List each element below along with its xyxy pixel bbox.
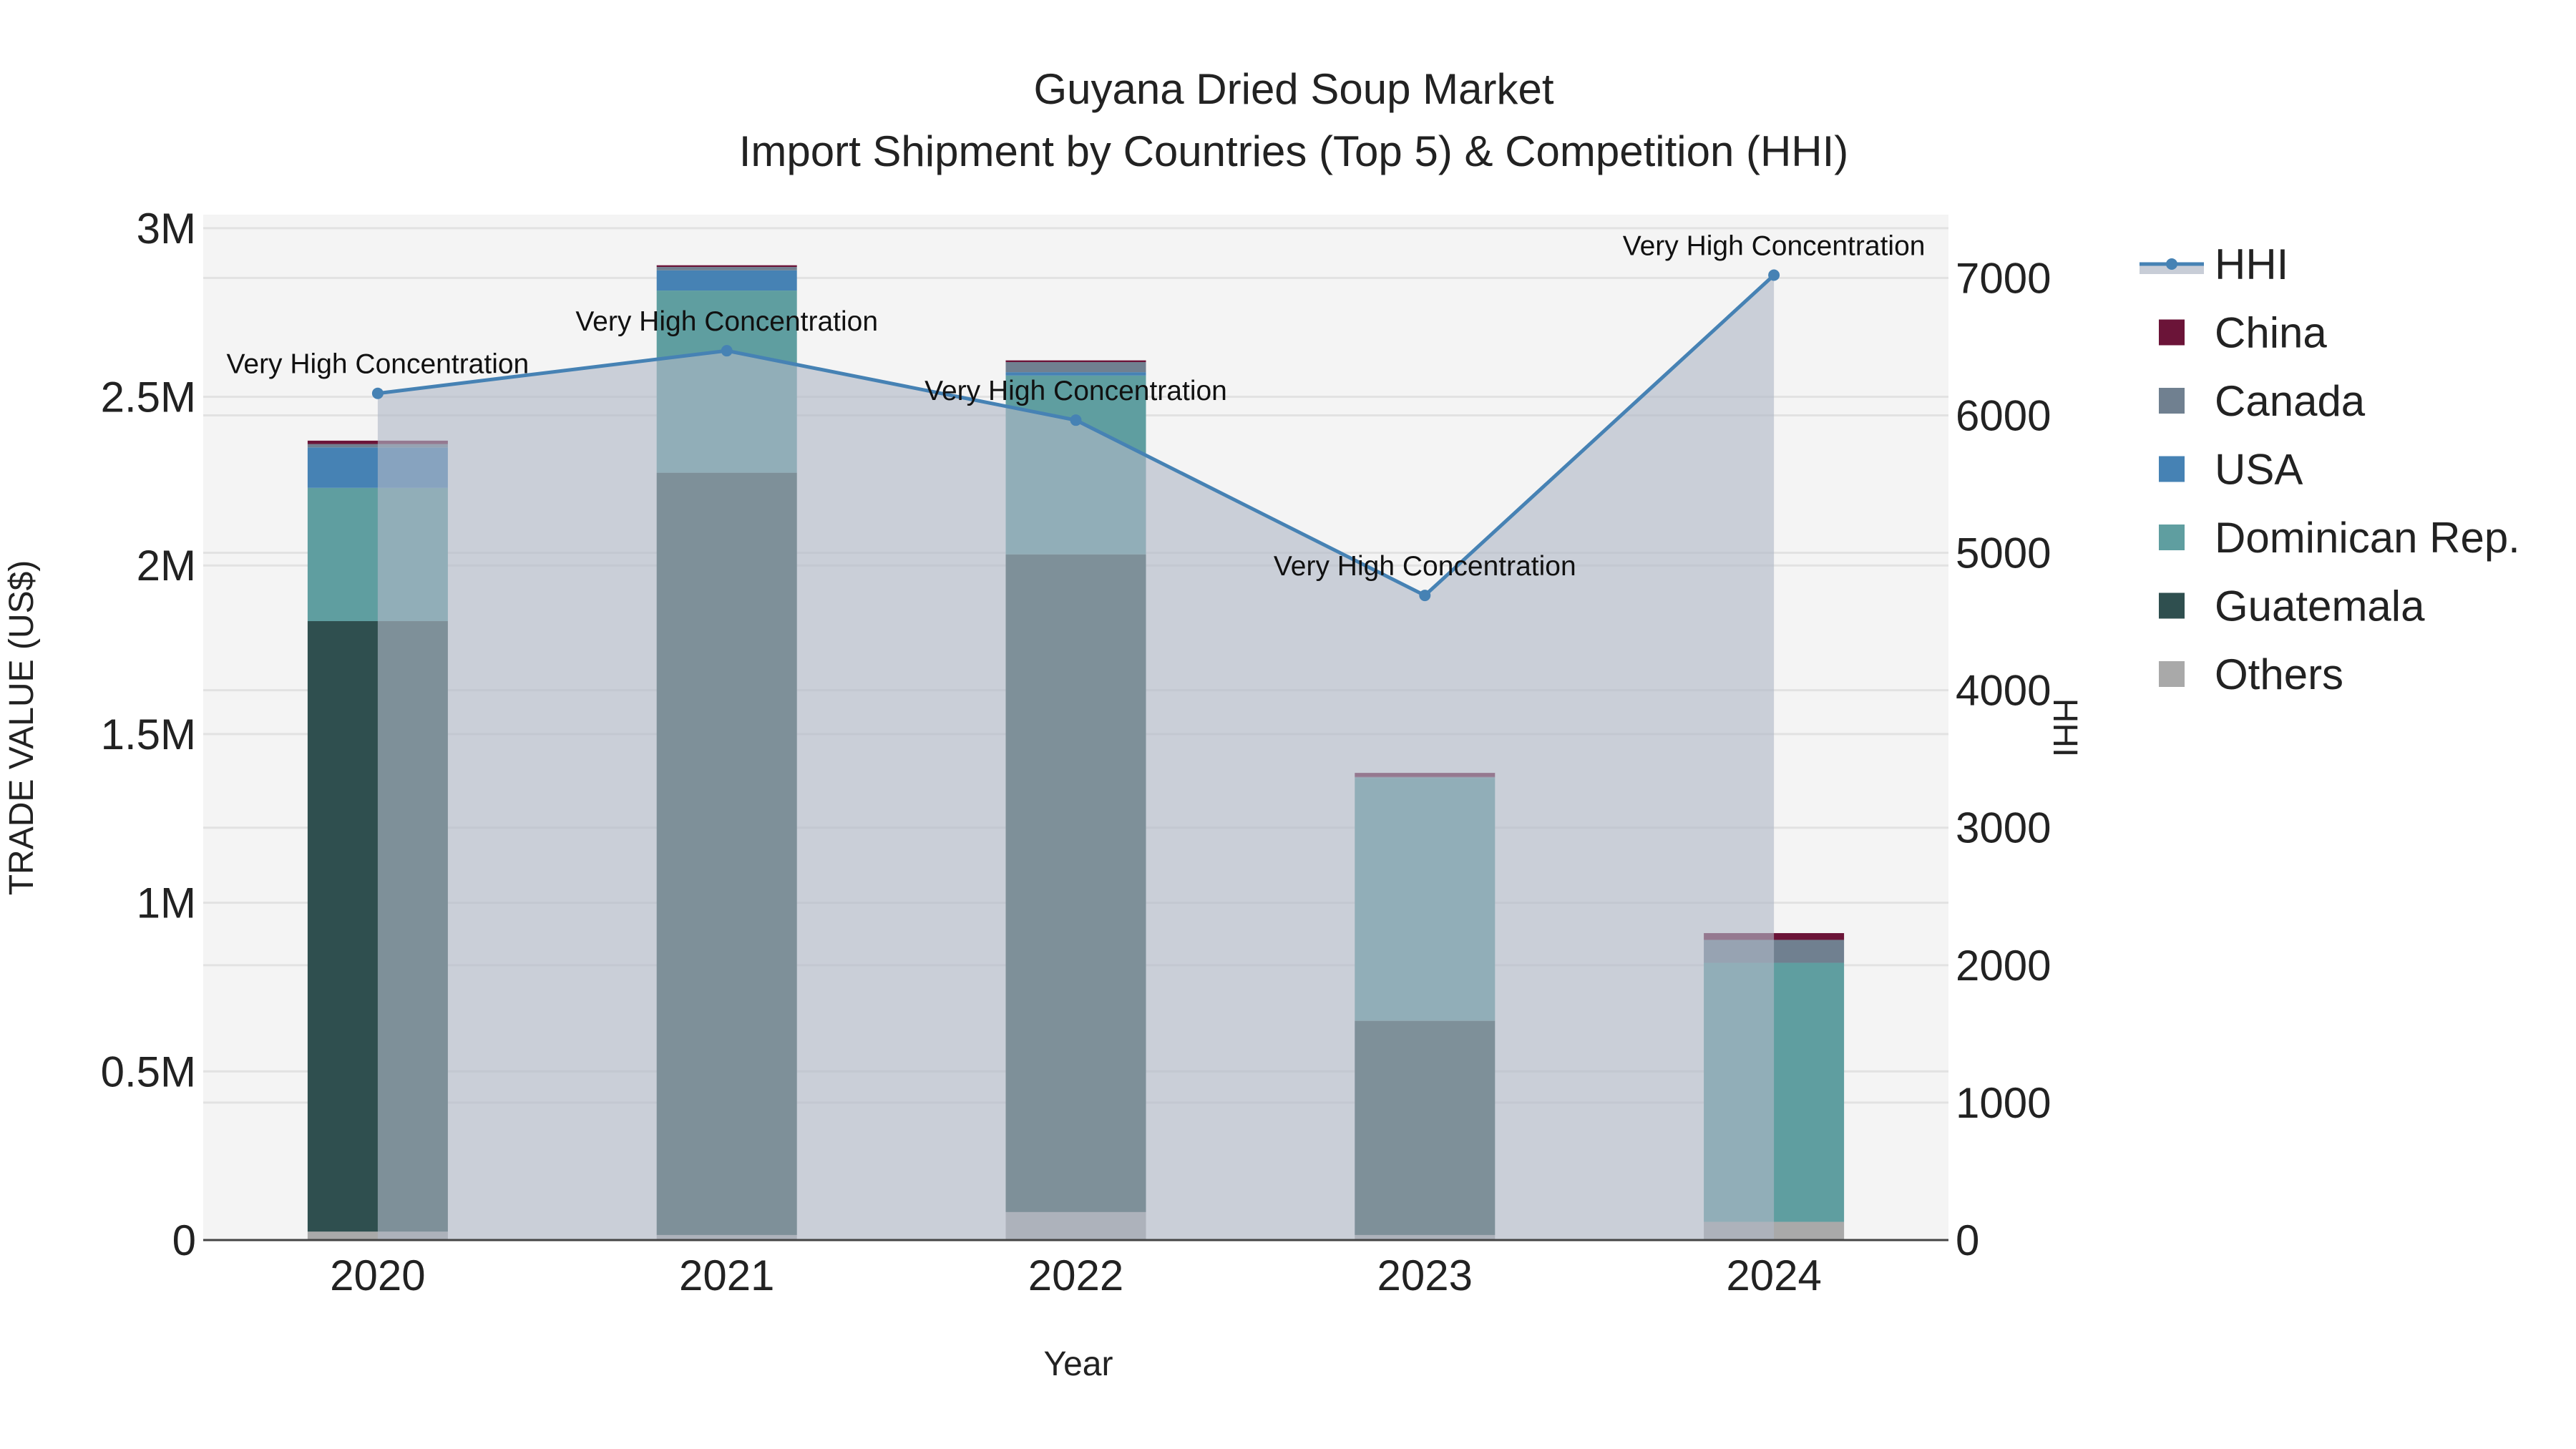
y2-tick-label: 6000 xyxy=(1956,391,2051,439)
legend-item-china[interactable]: China xyxy=(2159,309,2327,357)
x-tick-label: 2022 xyxy=(1028,1252,1123,1299)
legend-swatch xyxy=(2159,319,2185,346)
legend-item-canada[interactable]: Canada xyxy=(2159,377,2366,425)
y2-tick-label: 1000 xyxy=(1956,1079,2051,1127)
legend-label: Guatemala xyxy=(2215,582,2425,630)
legend-label: Dominican Rep. xyxy=(2215,514,2520,562)
legend-item-hhi[interactable]: HHI xyxy=(2140,240,2288,288)
y2-tick-label: 5000 xyxy=(1956,530,2051,577)
legend-swatch xyxy=(2159,456,2185,482)
y2-tick-label: 0 xyxy=(1956,1216,1979,1264)
hhi-annotation: Very High Concentration xyxy=(1274,551,1576,582)
legend: HHI China Canada USA Dominican Rep. Guatemala… xyxy=(2140,240,2520,698)
y2-tick-label: 2000 xyxy=(1956,942,2051,990)
y-tick-label: 3M xyxy=(137,205,196,253)
hhi-annotation: Very High Concentration xyxy=(575,306,878,337)
legend-item-others[interactable]: Others xyxy=(2159,650,2343,698)
x-tick-label: 2024 xyxy=(1726,1252,1821,1299)
legend-item-dominican-rep-[interactable]: Dominican Rep. xyxy=(2159,514,2520,562)
legend-label: Canada xyxy=(2215,377,2366,425)
chart: Guyana Dried Soup Market Import Shipment… xyxy=(3,65,2520,1383)
y-tick-label: 2.5M xyxy=(101,374,196,421)
bar-china-2021 xyxy=(656,265,797,268)
x-axis-title: Year xyxy=(1044,1345,1113,1383)
legend-item-usa[interactable]: USA xyxy=(2159,446,2303,494)
hhi-annotation: Very High Concentration xyxy=(924,376,1227,406)
x-tick-label: 2021 xyxy=(679,1252,774,1299)
y-tick-label: 0.5M xyxy=(101,1048,196,1096)
legend-label: HHI xyxy=(2215,240,2288,288)
legend-label: USA xyxy=(2215,446,2303,494)
bar-china-2022 xyxy=(1005,360,1146,362)
hhi-point-2021 xyxy=(721,345,733,357)
legend-swatch xyxy=(2159,661,2185,687)
chart-subtitle: Import Shipment by Countries (Top 5) & C… xyxy=(739,127,1849,175)
x-tick-label: 2020 xyxy=(330,1252,425,1299)
bar-usa-2021 xyxy=(656,270,797,291)
legend-label: Others xyxy=(2215,650,2343,698)
legend-swatch xyxy=(2159,388,2185,414)
legend-swatch xyxy=(2159,525,2185,550)
y-tick-label: 1M xyxy=(137,879,196,927)
bar-canada-2021 xyxy=(656,267,797,270)
x-tick-label: 2023 xyxy=(1377,1252,1473,1299)
hhi-annotation: Very High Concentration xyxy=(1623,231,1926,262)
hhi-annotation: Very High Concentration xyxy=(227,349,530,380)
bar-usa-2022 xyxy=(1005,372,1146,376)
hhi-point-2024 xyxy=(1768,269,1780,281)
legend-label: China xyxy=(2215,309,2327,357)
bar-canada-2022 xyxy=(1005,361,1146,373)
chart-title: Guyana Dried Soup Market xyxy=(1033,65,1553,113)
y2-axis-title: HHI xyxy=(2046,698,2084,758)
hhi-point-2020 xyxy=(371,387,384,399)
y-tick-label: 2M xyxy=(137,542,196,590)
hhi-point-2023 xyxy=(1419,590,1431,602)
y2-tick-label: 7000 xyxy=(1956,254,2051,302)
y-axis-title: TRADE VALUE (US$) xyxy=(3,560,41,896)
hhi-point-2022 xyxy=(1070,414,1082,426)
y-tick-label: 1.5M xyxy=(101,711,196,758)
y-tick-label: 0 xyxy=(172,1216,196,1264)
legend-swatch xyxy=(2159,592,2185,619)
legend-swatch-marker xyxy=(2166,258,2177,270)
y2-tick-label: 3000 xyxy=(1956,804,2051,852)
legend-item-guatemala[interactable]: Guatemala xyxy=(2159,582,2425,630)
y2-tick-label: 4000 xyxy=(1956,667,2051,715)
